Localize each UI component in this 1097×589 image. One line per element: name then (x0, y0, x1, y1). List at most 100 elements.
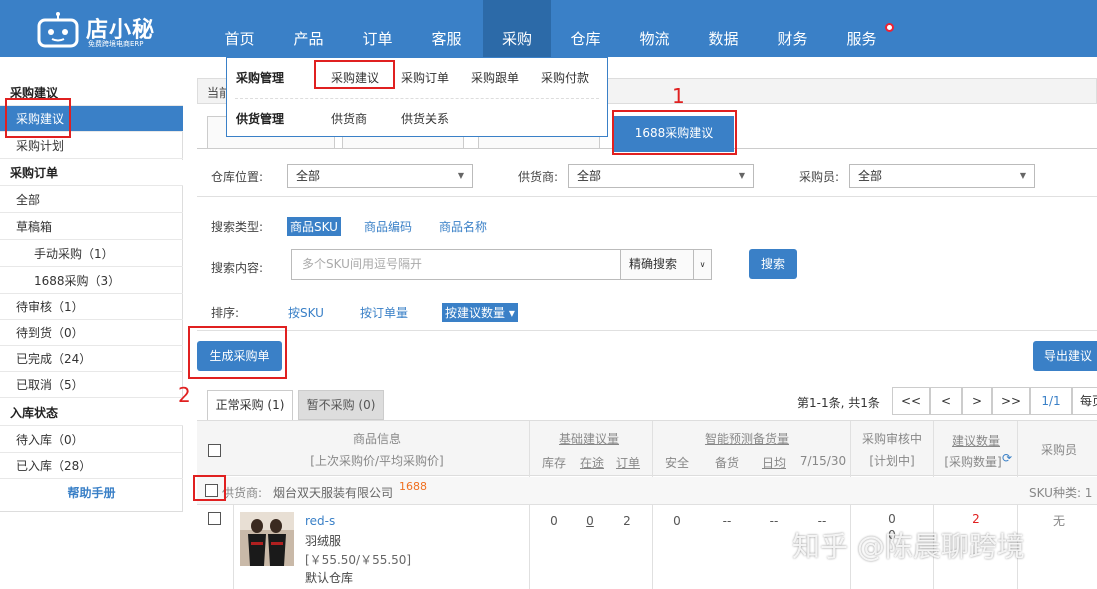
buyer-select[interactable]: 全部 ▼ (849, 164, 1035, 188)
pager-next[interactable]: > (962, 387, 992, 415)
warehouse-label: 仓库位置: (211, 170, 264, 184)
sidebar-item[interactable]: 已入库（28） (0, 453, 183, 479)
brand-tagline: 免费跨境电商ERP (88, 40, 144, 48)
divider (197, 330, 1097, 331)
search-type-sku[interactable]: 商品SKU (287, 217, 341, 236)
search-type-name[interactable]: 商品名称 (439, 218, 487, 235)
annotation-box-tab-1688 (612, 110, 737, 155)
row-stock: 0 (550, 514, 558, 528)
search-button[interactable]: 搜索 (749, 249, 797, 279)
nav-home[interactable]: 首页 (212, 0, 267, 57)
supplier-select[interactable]: 全部 ▼ (568, 164, 754, 188)
sidebar-item[interactable]: 手动采购（1） (0, 241, 183, 267)
pager-prev[interactable]: < (930, 387, 962, 415)
dd-group-supply-title: 供货管理 (236, 112, 285, 126)
col-divider (529, 421, 530, 477)
row-backup: -- (722, 514, 732, 528)
nav-purchase[interactable]: 采购 (483, 0, 551, 57)
row-buyer: 无 (1052, 514, 1065, 528)
divider (197, 196, 1097, 197)
robot-logo-icon (37, 12, 79, 48)
notification-dot (885, 23, 894, 32)
tab-paused-purchase[interactable]: 暂不采购 (0) (298, 390, 384, 420)
th-daily: 日均 (761, 456, 786, 470)
th-safe: 安全 (664, 456, 689, 470)
th-base: 基础建议量 (558, 432, 619, 446)
refresh-icon[interactable]: ⟳ (1002, 451, 1012, 465)
row-daily: -- (769, 514, 779, 528)
th-backup: 备货 (714, 456, 739, 470)
th-audit-sub: [计划中] (869, 454, 915, 468)
annotation-box-generate (188, 326, 287, 379)
caret-down-icon: ∨ (693, 250, 711, 279)
warehouse-select[interactable]: 全部 ▼ (287, 164, 473, 188)
table-header: 商品信息 [上次采购价/平均采购价] 基础建议量 库存 在途 订单 智能预测备货… (197, 420, 1097, 477)
pager-info: 第1-1条, 共1条 (797, 396, 880, 410)
col-divider (1017, 421, 1018, 477)
search-type-code[interactable]: 商品编码 (364, 218, 412, 235)
nav-order[interactable]: 订单 (350, 0, 405, 57)
nav-product[interactable]: 产品 (281, 0, 336, 57)
nav-services[interactable]: 服务 (834, 0, 889, 57)
select-all-checkbox[interactable] (208, 444, 221, 457)
app-logo[interactable]: 店小秘 免费跨境电商ERP (36, 8, 176, 52)
sidebar-item[interactable]: 1688采购（3） (0, 268, 183, 294)
pager-last[interactable]: >> (992, 387, 1030, 415)
product-thumbnail[interactable] (240, 512, 294, 566)
sidebar-item[interactable]: 草稿箱 (0, 214, 183, 240)
annotation-box-dd-suggest (314, 60, 395, 89)
nav-finance[interactable]: 财务 (765, 0, 820, 57)
sort-by-order[interactable]: 按订单量 (360, 304, 408, 321)
sidebar-item[interactable]: 全部 (0, 187, 183, 213)
help-manual-link[interactable]: 帮助手册 (0, 480, 183, 506)
caret-down-icon: ▼ (738, 171, 745, 180)
nav-warehouse[interactable]: 仓库 (558, 0, 613, 57)
sidebar-item[interactable]: 已完成（24） (0, 346, 183, 372)
sidebar-section-title: 入库状态 (0, 400, 183, 426)
search-mode-select[interactable]: 精确搜索 ∨ (620, 249, 712, 280)
supplier-label: 供货商: (518, 170, 559, 184)
row-checkbox[interactable] (208, 512, 221, 525)
sidebar-item[interactable]: 已取消（5） (0, 372, 183, 398)
pager-per-page[interactable]: 每页 (1072, 387, 1097, 415)
nav-service[interactable]: 客服 (419, 0, 474, 57)
row-price: [￥55.50/￥55.50] (305, 553, 412, 567)
pager-first[interactable]: << (892, 387, 930, 415)
th-transit: 在途 (579, 456, 604, 470)
dd-purchase-order[interactable]: 采购订单 (401, 69, 449, 86)
search-content-label: 搜索内容: (211, 261, 264, 275)
annotation-number-1: 1 (672, 84, 685, 108)
sidebar-section-title: 采购订单 (0, 160, 183, 186)
export-button[interactable]: 导出建议 (1033, 341, 1097, 371)
search-mode-value: 精确搜索 (629, 257, 678, 271)
nav-data[interactable]: 数据 (696, 0, 751, 57)
th-product-sub: [上次采购价/平均采购价] (310, 454, 444, 468)
annotation-box-checkbox (193, 475, 226, 501)
dd-purchase-track[interactable]: 采购跟单 (471, 69, 519, 86)
dd-purchase-pay[interactable]: 采购付款 (541, 69, 589, 86)
pager-page[interactable]: 1/1 (1030, 387, 1072, 415)
buyer-select-value: 全部 (858, 169, 883, 183)
tab-normal-purchase[interactable]: 正常采购 (1) (207, 390, 293, 420)
supplier-label-text: 供货商: (222, 486, 263, 500)
dd-supplier[interactable]: 供货商 (331, 110, 367, 127)
search-input[interactable]: 多个SKU间用逗号隔开 (291, 249, 621, 280)
supplier-row: 供货商: 烟台双天服装有限公司 1688 SKU种类: 1 (197, 477, 1097, 505)
sort-by-sku[interactable]: 按SKU (288, 304, 324, 321)
col-divider (933, 421, 934, 477)
sidebar-item[interactable]: 待到货（0） (0, 320, 183, 346)
dd-supply-relation[interactable]: 供货关系 (401, 110, 449, 127)
sidebar-item[interactable]: 待审核（1） (0, 294, 183, 320)
th-product: 商品信息 (352, 432, 401, 446)
row-suggest[interactable]: 2 (939, 512, 1013, 526)
nav-logistics[interactable]: 物流 (627, 0, 682, 57)
sort-by-suggest[interactable]: 按建议数量 ▾ (442, 303, 518, 322)
th-order: 订单 (615, 456, 640, 470)
th-audit: 采购审核中 (861, 432, 922, 446)
supplier-name[interactable]: 烟台双天服装有限公司 (273, 484, 393, 501)
row-sku[interactable]: red-s (305, 514, 335, 528)
sku-kinds: SKU种类: 1 (1029, 486, 1093, 500)
sidebar-item[interactable]: 待入库（0） (0, 427, 183, 453)
row-transit[interactable]: 0 (573, 514, 607, 528)
sidebar: 采购建议 采购建议 采购计划 采购订单 全部 草稿箱 手动采购（1） 1688采购（3） 待审核… (0, 80, 183, 512)
